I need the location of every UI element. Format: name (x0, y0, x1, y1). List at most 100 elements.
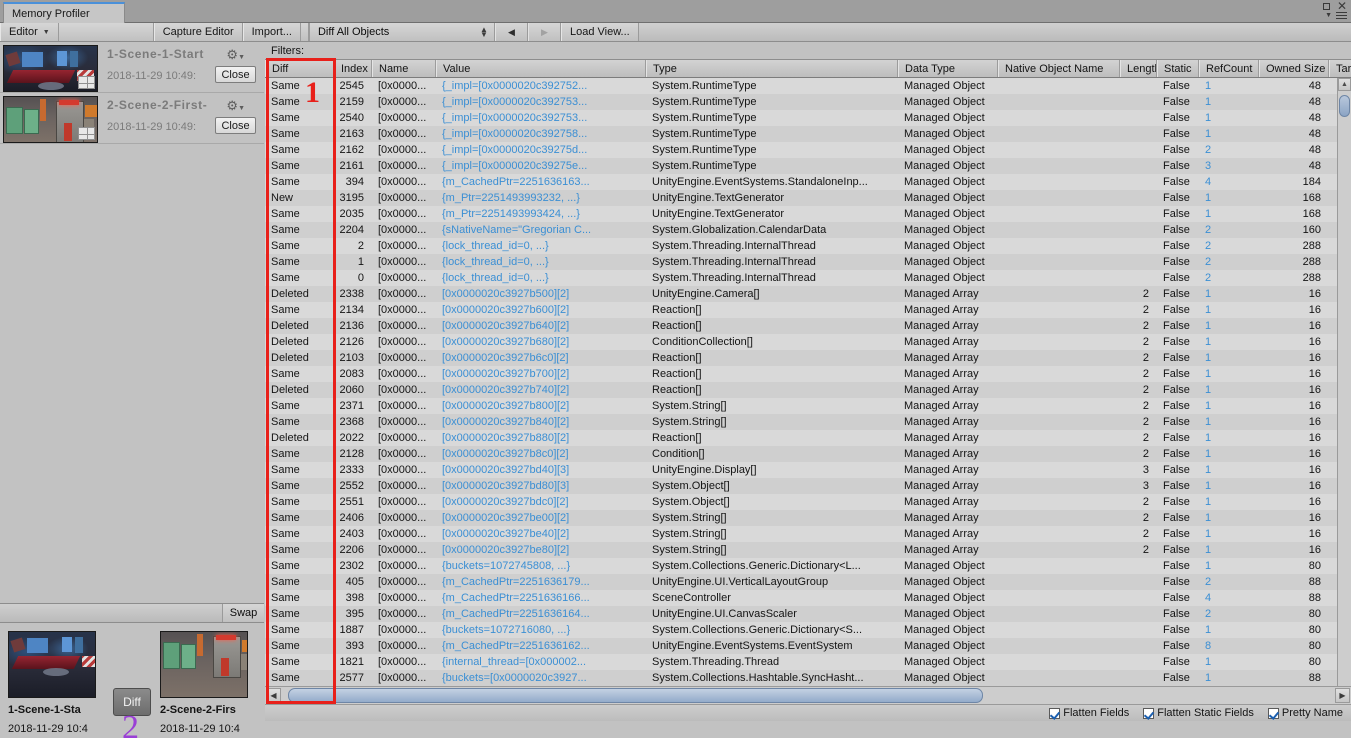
cell-name: [0x0000... (372, 560, 436, 572)
vertical-scroll-thumb[interactable] (1339, 95, 1350, 117)
cell-name: [0x0000... (372, 240, 436, 252)
swap-button[interactable]: Swap (222, 604, 264, 622)
column-header-type[interactable]: Type (646, 60, 898, 77)
table-row[interactable]: Same0[0x0000...{lock_thread_id=0, ...}Sy… (265, 270, 1351, 286)
table-row[interactable]: Same2371[0x0000...[0x0000020c3927b800][2… (265, 398, 1351, 414)
cell-owned: 48 (1259, 96, 1329, 108)
table-row[interactable]: Deleted2136[0x0000...[0x0000020c3927b640… (265, 318, 1351, 334)
table-row[interactable]: Same2551[0x0000...[0x0000020c3927bdc0][2… (265, 494, 1351, 510)
table-row[interactable]: Deleted2103[0x0000...[0x0000020c3927b6c0… (265, 350, 1351, 366)
tab-memory-profiler[interactable]: Memory Profiler (3, 2, 125, 23)
scroll-up-arrow-icon[interactable]: ▲ (1338, 78, 1351, 91)
cell-owned: 16 (1259, 496, 1329, 508)
cell-diff: Same (265, 640, 334, 652)
table-row[interactable]: Same2162[0x0000...{_impl=[0x0000020c3927… (265, 142, 1351, 158)
editor-dropdown[interactable]: Editor ▼ (0, 23, 59, 41)
diff-new-thumbnail[interactable] (160, 631, 248, 698)
table-row[interactable]: Same2333[0x0000...[0x0000020c3927bd40][3… (265, 462, 1351, 478)
table-row[interactable]: Same1[0x0000...{lock_thread_id=0, ...}Sy… (265, 254, 1351, 270)
close-icon[interactable]: ✕ (1337, 2, 1347, 11)
table-row[interactable]: Same2163[0x0000...{_impl=[0x0000020c3927… (265, 126, 1351, 142)
checkbox-flatten-fields[interactable]: Flatten Fields (1049, 707, 1129, 719)
diff-old-thumbnail[interactable] (8, 631, 96, 698)
close-snapshot-button[interactable]: Close (215, 66, 256, 83)
table-row[interactable]: Same394[0x0000...{m_CachedPtr=2251636163… (265, 174, 1351, 190)
snapshot-thumbnail[interactable] (3, 45, 98, 92)
table-row[interactable]: Same2159[0x0000...{_impl=[0x0000020c3927… (265, 94, 1351, 110)
maximize-icon[interactable] (1323, 3, 1330, 10)
load-view-button[interactable]: Load View... (561, 23, 639, 41)
table-row[interactable]: Same2035[0x0000...{m_Ptr=2251493993424, … (265, 206, 1351, 222)
filters-bar[interactable]: Filters: (265, 42, 1351, 59)
table-row[interactable]: Deleted2060[0x0000...[0x0000020c3927b740… (265, 382, 1351, 398)
snapshot-item[interactable]: 1-Scene-1-Start 2018-11-29 10:49: ⚙▼ Clo… (0, 42, 264, 92)
table-row[interactable]: Same2368[0x0000...[0x0000020c3927b840][2… (265, 414, 1351, 430)
table-row[interactable]: Same2161[0x0000...{_impl=[0x0000020c3927… (265, 158, 1351, 174)
scroll-right-arrow-icon[interactable]: ▶ (1335, 688, 1350, 703)
table-row[interactable]: Same2083[0x0000...[0x0000020c3927b700][2… (265, 366, 1351, 382)
snapshot-item[interactable]: 2-Scene-2-First- 2018-11-29 10:49: ⚙▼ Cl… (0, 93, 264, 143)
view-popup-dropdown[interactable]: Diff All Objects ▲▼ (309, 23, 495, 41)
column-header-length[interactable]: Length (1120, 60, 1157, 77)
table-row[interactable]: New3195[0x0000...{m_Ptr=2251493993232, .… (265, 190, 1351, 206)
nav-back-button[interactable]: ◀ (495, 23, 528, 41)
table-row[interactable]: Same2[0x0000...{lock_thread_id=0, ...}Sy… (265, 238, 1351, 254)
cell-type: System.RuntimeType (646, 112, 898, 124)
import-button[interactable]: Import... (243, 23, 301, 41)
table-row[interactable]: Same2204[0x0000...{sNativeName="Gregoria… (265, 222, 1351, 238)
table-row[interactable]: Same1821[0x0000...{internal_thread=[0x00… (265, 654, 1351, 670)
nav-forward-button[interactable]: ▶ (528, 23, 561, 41)
table-row[interactable]: Same2540[0x0000...{_impl=[0x0000020c3927… (265, 110, 1351, 126)
table-row[interactable]: Same1887[0x0000...{buckets=1072716080, .… (265, 622, 1351, 638)
cell-type: System.String[] (646, 528, 898, 540)
table-row[interactable]: Same398[0x0000...{m_CachedPtr=2251636166… (265, 590, 1351, 606)
table-row[interactable]: Same2403[0x0000...[0x0000020c3927be40][2… (265, 526, 1351, 542)
column-header-value[interactable]: Value (436, 60, 646, 77)
column-header-native[interactable]: Native Object Name (998, 60, 1120, 77)
gear-icon[interactable]: ⚙▼ (226, 48, 245, 64)
hamburger-menu-icon[interactable] (1336, 12, 1347, 19)
chevron-down-icon[interactable]: ▼ (1325, 12, 1332, 19)
column-header-index[interactable]: Index (334, 60, 372, 77)
cell-index: 2204 (334, 224, 372, 236)
table-row[interactable]: Same2128[0x0000...[0x0000020c3927b8c0][2… (265, 446, 1351, 462)
table-row[interactable]: Same2545[0x0000...{_impl=[0x0000020c3927… (265, 78, 1351, 94)
table-row[interactable]: Same2552[0x0000...[0x0000020c3927bd80][3… (265, 478, 1351, 494)
snapshot-thumbnail[interactable] (3, 96, 98, 143)
horizontal-scroll-track[interactable] (282, 688, 1334, 703)
column-header-static[interactable]: Static (1157, 60, 1199, 77)
table-row[interactable]: Deleted2338[0x0000...[0x0000020c3927b500… (265, 286, 1351, 302)
table-row[interactable]: Same395[0x0000...{m_CachedPtr=2251636164… (265, 606, 1351, 622)
column-header-refcount[interactable]: RefCount (1199, 60, 1259, 77)
table-row[interactable]: Deleted2126[0x0000...[0x0000020c3927b680… (265, 334, 1351, 350)
table-row[interactable]: Same405[0x0000...{m_CachedPtr=2251636179… (265, 574, 1351, 590)
checkbox-flatten-static-fields[interactable]: Flatten Static Fields (1143, 707, 1254, 719)
table-row[interactable]: Same393[0x0000...{m_CachedPtr=2251636162… (265, 638, 1351, 654)
cell-diff: Deleted (265, 384, 334, 396)
gear-icon[interactable]: ⚙▼ (226, 99, 245, 115)
close-snapshot-button[interactable]: Close (215, 117, 256, 134)
vertical-scrollbar[interactable]: ▲ ▼ (1337, 78, 1351, 703)
column-header-target[interactable]: Target (1329, 60, 1351, 77)
horizontal-scrollbar[interactable]: ◀ ▶ (265, 686, 1351, 704)
checkmark-icon (1049, 708, 1060, 719)
table-row[interactable]: Deleted2022[0x0000...[0x0000020c3927b880… (265, 430, 1351, 446)
column-header-owned[interactable]: Owned Size (1259, 60, 1329, 77)
column-header-diff[interactable]: Diff (265, 60, 334, 77)
checkbox-pretty-name[interactable]: Pretty Name (1268, 707, 1343, 719)
table-row[interactable]: Same2206[0x0000...[0x0000020c3927be80][2… (265, 542, 1351, 558)
cell-value: [0x0000020c3927b500][2] (436, 288, 646, 300)
cell-owned: 16 (1259, 320, 1329, 332)
cell-owned: 48 (1259, 160, 1329, 172)
table-row[interactable]: Same2134[0x0000...[0x0000020c3927b600][2… (265, 302, 1351, 318)
scroll-left-arrow-icon[interactable]: ◀ (266, 688, 281, 703)
cell-diff: Same (265, 544, 334, 556)
column-header-name[interactable]: Name (372, 60, 436, 77)
horizontal-scroll-thumb[interactable] (288, 688, 983, 703)
table-row[interactable]: Same2577[0x0000...{buckets=[0x0000020c39… (265, 670, 1351, 686)
capture-editor-button[interactable]: Capture Editor (154, 23, 243, 41)
table-row[interactable]: Same2406[0x0000...[0x0000020c3927be00][2… (265, 510, 1351, 526)
cell-owned: 80 (1259, 608, 1329, 620)
table-row[interactable]: Same2302[0x0000...{buckets=1072745808, .… (265, 558, 1351, 574)
column-header-data_type[interactable]: Data Type (898, 60, 998, 77)
